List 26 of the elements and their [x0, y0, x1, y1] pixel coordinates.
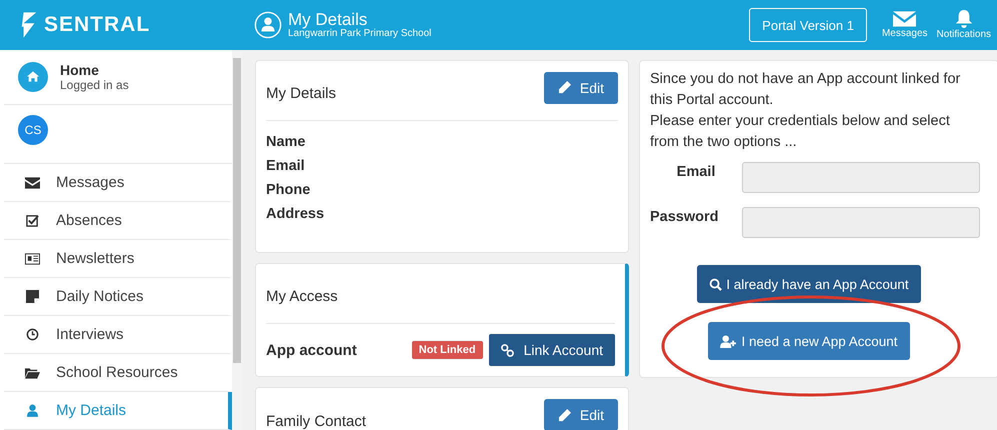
user-avatar: CS [18, 114, 48, 145]
school-name: Langwarrin Park Primary School [288, 28, 432, 39]
form-label: Password [650, 208, 720, 225]
sidebar-item[interactable]: Messages [4, 164, 232, 202]
existing-account-button[interactable]: I already have an App Account [697, 265, 921, 303]
edit-button[interactable]: Edit [544, 399, 618, 430]
logged-in-label: Logged in as [60, 78, 129, 92]
sidebar-item[interactable]: Daily Notices [4, 278, 232, 316]
field-label: Phone [266, 181, 312, 200]
info-text: Please enter your credentials below and select from the two options ... [650, 112, 951, 152]
card-title: Family Contact [266, 412, 366, 430]
card-title: My Access [266, 287, 338, 305]
link-account-button[interactable]: Link Account [488, 334, 615, 366]
field-label: App account [266, 342, 358, 358]
edit-button[interactable]: Edit [544, 72, 618, 104]
logo-text: SENTRAL [44, 13, 150, 37]
info-text: Since you do not have an App account linked for this Portal account. [650, 70, 962, 110]
home-title: Home [60, 62, 100, 78]
page-title: My Details [288, 11, 368, 28]
new-account-button[interactable]: I need a new App Account [708, 322, 910, 360]
field-label: Email [266, 157, 306, 176]
field-label: Name [266, 133, 306, 152]
form-label: Email [676, 163, 716, 180]
field-label: Address [266, 205, 326, 224]
status-badge: Not Linked [412, 341, 483, 359]
card-title: My Details [266, 84, 336, 102]
